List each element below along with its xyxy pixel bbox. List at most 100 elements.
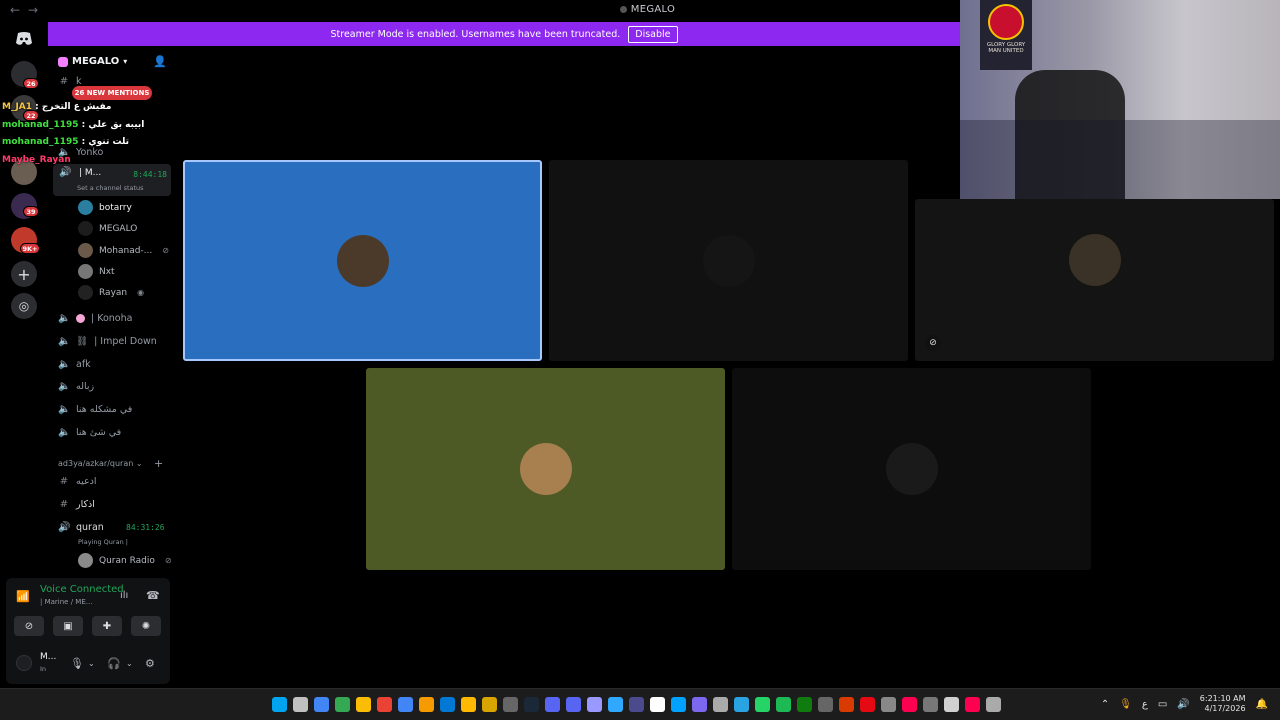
taskbar-app-icon[interactable] — [293, 697, 308, 712]
settings-gear-icon[interactable]: ⚙ — [145, 657, 155, 670]
voice-channel-afk[interactable]: 🔈 afk — [58, 359, 91, 370]
signal-icon[interactable]: 📶 — [16, 590, 30, 603]
channel-status[interactable]: Set a channel status — [77, 184, 144, 192]
taskbar-app-icon[interactable] — [356, 697, 371, 712]
headphones-icon[interactable]: 🎧 — [107, 657, 121, 670]
taskbar-app-icon[interactable] — [335, 697, 350, 712]
text-channel[interactable]: # اذكار — [58, 499, 95, 510]
user-avatar[interactable] — [16, 655, 32, 671]
microphone-icon[interactable]: 🎙 — [70, 657, 84, 670]
taskbar-app-icon[interactable] — [839, 697, 854, 712]
taskbar-app-icon[interactable] — [482, 697, 497, 712]
taskbar-app-icon[interactable] — [461, 697, 476, 712]
channel-timer: 84:31:26 — [126, 523, 165, 532]
taskbar-app-icon[interactable] — [377, 697, 392, 712]
disconnect-icon[interactable]: ☎ — [146, 589, 160, 602]
new-mentions-pill[interactable]: 26 NEW MENTIONS — [72, 86, 152, 100]
taskbar-app-icon[interactable] — [440, 697, 455, 712]
taskbar-app-icon[interactable] — [923, 697, 938, 712]
voice-channel[interactable]: 🔈 في شئ هنا — [58, 427, 121, 438]
taskbar-app-icon[interactable] — [503, 697, 518, 712]
chevron-down-icon[interactable]: ⌄ — [126, 659, 133, 668]
taskbar-app-icon[interactable] — [692, 697, 707, 712]
activities-button[interactable]: ✚ — [92, 616, 122, 636]
taskbar-app-icon[interactable] — [713, 697, 728, 712]
taskbar-app-icon[interactable] — [272, 697, 287, 712]
chevron-up-icon[interactable]: ⌃ — [1101, 699, 1109, 710]
voice-member[interactable]: Mohanad-... ⊘ — [78, 243, 169, 258]
taskbar-app-icon[interactable] — [629, 697, 644, 712]
discord-home-icon[interactable] — [11, 26, 37, 52]
voice-participant-tile[interactable] — [183, 160, 542, 361]
voice-channel-impel-down[interactable]: 🔈 ⛓ | Impel Down — [58, 336, 157, 347]
taskbar-app-icon[interactable] — [776, 697, 791, 712]
voice-member[interactable]: botarry — [78, 200, 132, 215]
discover-icon[interactable]: ◎ — [11, 293, 37, 319]
voice-participant-tile[interactable] — [549, 160, 908, 361]
taskbar-app-icon[interactable] — [314, 697, 329, 712]
avatar — [78, 221, 93, 236]
create-channel-icon[interactable]: + — [154, 457, 163, 470]
taskbar-app-icon[interactable] — [797, 697, 812, 712]
chevron-down-icon: ⌄ — [135, 459, 143, 468]
taskbar-app-icon[interactable] — [986, 697, 1001, 712]
taskbar-app-icon[interactable] — [881, 697, 896, 712]
voice-member[interactable]: Quran Radio ⊘ — [78, 553, 172, 568]
channel-name: quran — [76, 522, 104, 533]
microphone-icon[interactable]: 🎙 — [1119, 699, 1132, 710]
avatar — [702, 234, 755, 287]
voice-channel-quran[interactable]: 🔊 quran — [58, 522, 104, 533]
channel-name: اذكار — [76, 499, 95, 510]
taskbar-app-icon[interactable] — [818, 697, 833, 712]
voice-member[interactable]: Rayan ◉ — [78, 285, 144, 300]
active-voice-channel[interactable]: 🔊 | M... 8:44:18 Set a channel status — [53, 164, 171, 196]
category-header[interactable]: ad3ya/azkar/quran ⌄ — [58, 459, 143, 468]
taskbar-app-icon[interactable] — [398, 697, 413, 712]
invite-people-icon[interactable]: 👤 — [153, 55, 167, 68]
language-indicator[interactable]: ع — [1142, 699, 1148, 710]
taskbar-app-icon[interactable] — [734, 697, 749, 712]
camera-toggle-button[interactable]: ⊘ — [14, 616, 44, 636]
add-server-icon[interactable]: + — [11, 261, 37, 287]
unread-badge: 9K+ — [20, 243, 40, 254]
voice-connected-label[interactable]: Voice Connected — [40, 584, 124, 595]
member-name: MEGALO — [99, 223, 138, 234]
screen-share-button[interactable]: ▣ — [53, 616, 83, 636]
camera-off-icon: ⊘ — [925, 335, 941, 351]
soundboard-button[interactable]: ✺ — [131, 616, 161, 636]
network-icon[interactable]: ▭ — [1158, 699, 1167, 710]
clock[interactable]: 6:21:10 AM 4/17/2026 — [1200, 694, 1246, 714]
chevron-down-icon[interactable]: ⌄ — [88, 659, 95, 668]
taskbar-app-icon[interactable] — [608, 697, 623, 712]
voice-participant-tile[interactable]: ⊘ — [915, 199, 1274, 361]
taskbar-app-icon[interactable] — [587, 697, 602, 712]
game-controller-icon: ◉ — [137, 288, 145, 297]
taskbar-app-icon[interactable] — [860, 697, 875, 712]
server-header[interactable]: MEGALO ▾ — [58, 56, 127, 67]
notification-icon[interactable]: 🔔 — [1256, 699, 1268, 710]
voice-member[interactable]: Nxt — [78, 264, 115, 279]
webcam-feed: GLORY GLORY MAN UNITED — [960, 0, 1280, 199]
taskbar-app-icon[interactable] — [671, 697, 686, 712]
text-channel[interactable]: # ادعيه — [58, 476, 97, 487]
voice-channel[interactable]: 🔈 في مشكله هنا — [58, 404, 132, 415]
voice-participant-tile[interactable] — [366, 368, 725, 570]
voice-member[interactable]: MEGALO — [78, 221, 137, 236]
channel-name: ادعيه — [76, 476, 97, 487]
voice-participant-tile[interactable] — [732, 368, 1091, 570]
volume-icon[interactable]: 🔊 — [1177, 699, 1189, 710]
taskbar-app-icon[interactable] — [755, 697, 770, 712]
avatar — [885, 443, 938, 495]
voice-channel-konoha[interactable]: 🔈 | Konoha — [58, 313, 132, 324]
disable-button[interactable]: Disable — [628, 25, 678, 43]
taskbar-app-icon[interactable] — [524, 697, 539, 712]
taskbar-app-icon[interactable] — [545, 697, 560, 712]
noise-suppression-icon[interactable]: ılı — [120, 590, 128, 601]
taskbar-app-icon[interactable] — [419, 697, 434, 712]
voice-channel[interactable]: 🔈 زباله — [58, 381, 94, 392]
taskbar-app-icon[interactable] — [566, 697, 581, 712]
taskbar-app-icon[interactable] — [650, 697, 665, 712]
taskbar-app-icon[interactable] — [965, 697, 980, 712]
taskbar-app-icon[interactable] — [902, 697, 917, 712]
taskbar-app-icon[interactable] — [944, 697, 959, 712]
